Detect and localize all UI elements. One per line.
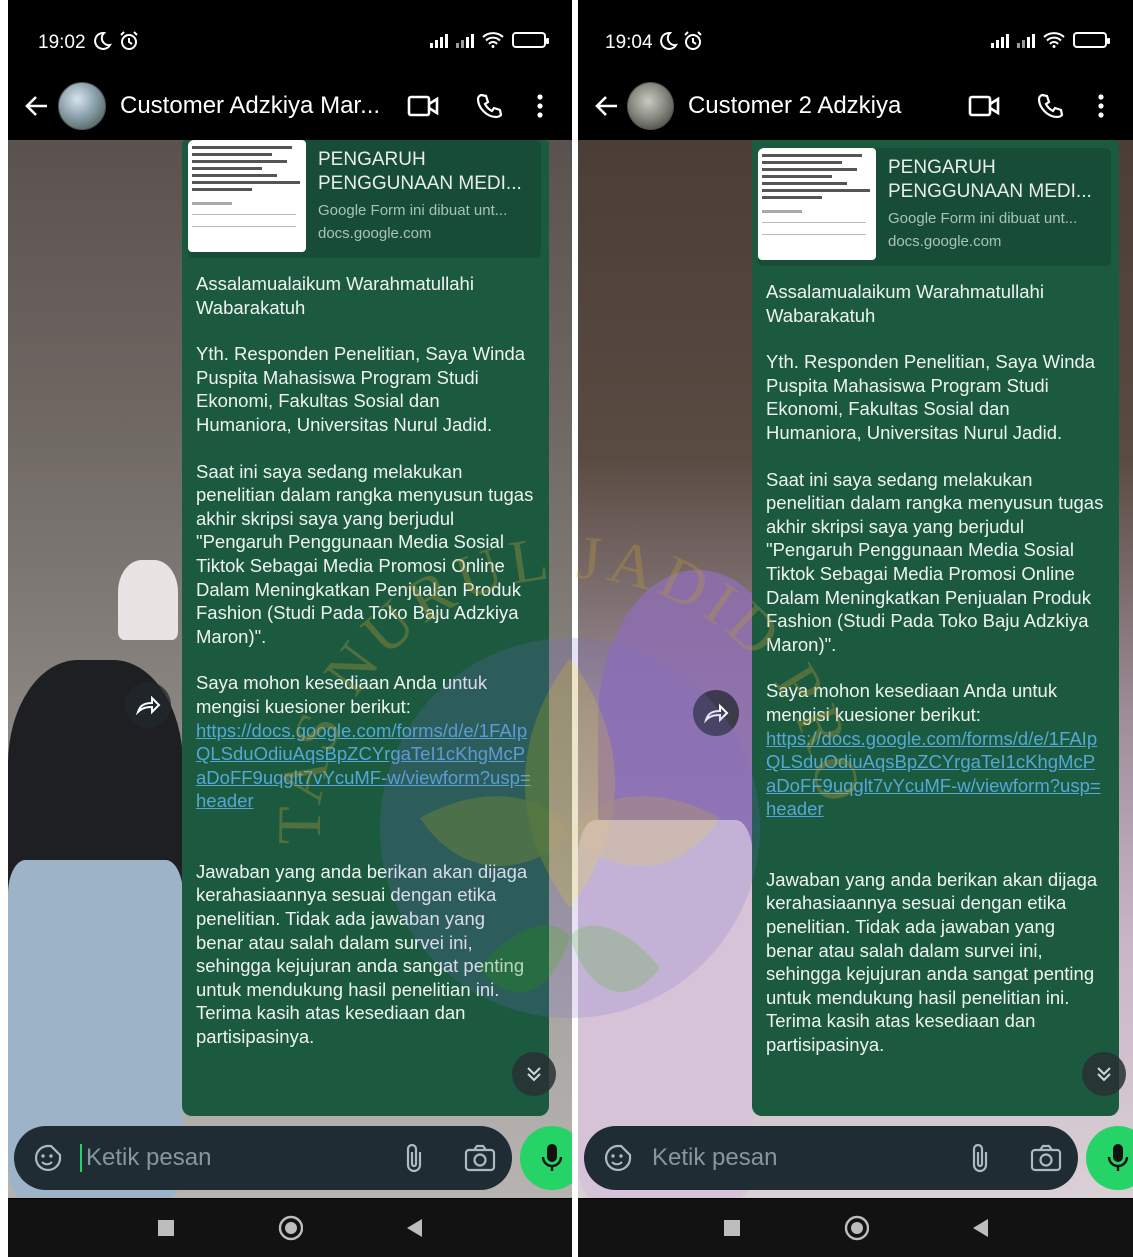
system-nav-bar — [8, 1199, 572, 1257]
sticker-icon[interactable] — [30, 1140, 66, 1176]
wallpaper-figure — [118, 560, 178, 640]
message-body: Saat ini saya sedang melakukan penelitia… — [766, 468, 1104, 655]
signal-icon — [991, 32, 1009, 48]
attach-icon[interactable] — [962, 1140, 998, 1176]
wifi-icon — [1043, 32, 1065, 48]
message-text: Assalamualaikum Warahmatullahi Wabarakat… — [766, 280, 1105, 1057]
status-icons: 79 — [991, 32, 1110, 48]
battery-percent: 80 — [532, 34, 544, 46]
preview-title: PENGARUH PENGGUNAAN MEDI... — [318, 149, 522, 194]
chat-header: Customer Adzkiya Mar... — [8, 72, 572, 140]
scroll-down-icon[interactable] — [512, 1052, 556, 1096]
mic-icon[interactable] — [520, 1126, 572, 1190]
nav-home-icon[interactable] — [843, 1215, 869, 1241]
nav-recents-icon[interactable] — [719, 1215, 745, 1241]
back-arrow-icon[interactable] — [20, 89, 54, 123]
forward-icon[interactable] — [125, 682, 171, 728]
status-bar: 19:04 79 — [578, 0, 1133, 82]
contact-name[interactable]: Customer Adzkiya Mar... — [120, 92, 390, 120]
signal-icon — [1017, 32, 1035, 48]
form-link[interactable]: https://docs.google.com/forms/d/e/1FAIpQ… — [766, 727, 1105, 821]
scroll-down-icon[interactable] — [1082, 1052, 1126, 1096]
preview-description: Google Form ini dibuat unt... — [888, 210, 1078, 227]
input-pill — [14, 1126, 512, 1190]
message-closing: Jawaban yang anda berikan akan dijaga ke… — [196, 860, 528, 1048]
moon-icon — [656, 30, 678, 58]
alarm-icon — [118, 30, 140, 58]
message-greeting: Assalamualaikum Warahmatullahi Wabarakat… — [766, 281, 1044, 326]
message-request: Saya mohon kesediaan Anda untuk mengisi … — [196, 672, 488, 717]
input-pill — [584, 1126, 1078, 1190]
preview-thumbnail — [758, 148, 876, 260]
message-request: Saya mohon kesediaan Anda untuk mengisi … — [766, 680, 1058, 725]
preview-description: Google Form ini dibuat unt... — [318, 202, 508, 219]
sticker-icon[interactable] — [600, 1140, 636, 1176]
attach-icon[interactable] — [396, 1140, 432, 1176]
avatar[interactable] — [627, 82, 674, 130]
phone-call-icon[interactable] — [456, 82, 522, 130]
preview-domain: docs.google.com — [888, 233, 1002, 250]
message-greeting: Assalamualaikum Warahmatullahi Wabarakat… — [196, 273, 474, 318]
more-vert-icon[interactable] — [1083, 82, 1119, 130]
alarm-icon — [682, 30, 704, 58]
message-intro: Yth. Responden Penelitian, Saya Winda Pu… — [766, 351, 1096, 443]
battery-icon: 79 — [1073, 32, 1110, 48]
message-bubble[interactable]: PENGARUH PENGGUNAAN MEDI... Google Form … — [182, 140, 549, 1116]
signal-icon — [430, 32, 448, 48]
more-vert-icon[interactable] — [522, 82, 558, 130]
video-call-icon[interactable] — [390, 82, 456, 130]
phone-call-icon[interactable] — [1017, 82, 1083, 130]
signal-icon — [456, 32, 474, 48]
chat-wallpaper: PENGARUH PENGGUNAAN MEDI... Google Form … — [578, 140, 1133, 1198]
nav-back-icon[interactable] — [401, 1215, 427, 1241]
forward-icon[interactable] — [693, 690, 739, 736]
camera-icon[interactable] — [1028, 1140, 1064, 1176]
video-call-icon[interactable] — [951, 82, 1017, 130]
link-preview[interactable]: PENGARUH PENGGUNAAN MEDI... Google Form … — [758, 148, 1111, 266]
avatar[interactable] — [58, 82, 106, 130]
system-nav-bar — [578, 1199, 1133, 1257]
contact-name[interactable]: Customer 2 Adzkiya — [688, 92, 951, 120]
composer — [14, 1118, 572, 1198]
phone-screen-right: 19:04 79 Customer 2 Adzkiya PENGARUH PEN… — [578, 0, 1133, 1257]
link-preview[interactable]: PENGARUH PENGGUNAAN MEDI... Google Form … — [188, 140, 541, 258]
battery-icon: 80 — [512, 32, 549, 48]
form-link[interactable]: https://docs.google.com/forms/d/e/1FAIpQ… — [196, 719, 535, 813]
moon-icon — [90, 30, 112, 58]
preview-title: PENGARUH PENGGUNAAN MEDI... — [888, 157, 1092, 202]
nav-back-icon[interactable] — [967, 1215, 993, 1241]
composer — [584, 1118, 1133, 1198]
status-icons: 80 — [430, 32, 549, 48]
camera-icon[interactable] — [462, 1140, 498, 1176]
back-arrow-icon[interactable] — [590, 89, 623, 123]
preview-thumbnail — [188, 140, 306, 252]
chat-wallpaper: PENGARUH PENGGUNAAN MEDI... Google Form … — [8, 140, 572, 1198]
battery-percent: 79 — [1093, 34, 1105, 46]
message-text: Assalamualaikum Warahmatullahi Wabarakat… — [196, 272, 535, 1049]
status-time: 19:04 — [605, 32, 653, 53]
wifi-icon — [482, 32, 504, 48]
message-bubble[interactable]: PENGARUH PENGGUNAAN MEDI... Google Form … — [752, 140, 1119, 1116]
status-time: 19:02 — [38, 32, 86, 53]
mic-icon[interactable] — [1086, 1126, 1133, 1190]
preview-domain: docs.google.com — [318, 225, 432, 242]
chat-header: Customer 2 Adzkiya — [578, 72, 1133, 140]
status-bar: 19:02 80 — [8, 0, 572, 82]
message-intro: Yth. Responden Penelitian, Saya Winda Pu… — [196, 343, 526, 435]
message-body: Saat ini saya sedang melakukan penelitia… — [196, 460, 534, 647]
message-input[interactable] — [80, 1144, 396, 1172]
phone-screen-left: 19:02 80 Customer Adzkiya Mar... PENGARU… — [8, 0, 572, 1257]
message-closing: Jawaban yang anda berikan akan dijaga ke… — [766, 868, 1098, 1056]
nav-home-icon[interactable] — [277, 1215, 303, 1241]
nav-recents-icon[interactable] — [153, 1215, 179, 1241]
message-input[interactable] — [636, 1144, 962, 1172]
